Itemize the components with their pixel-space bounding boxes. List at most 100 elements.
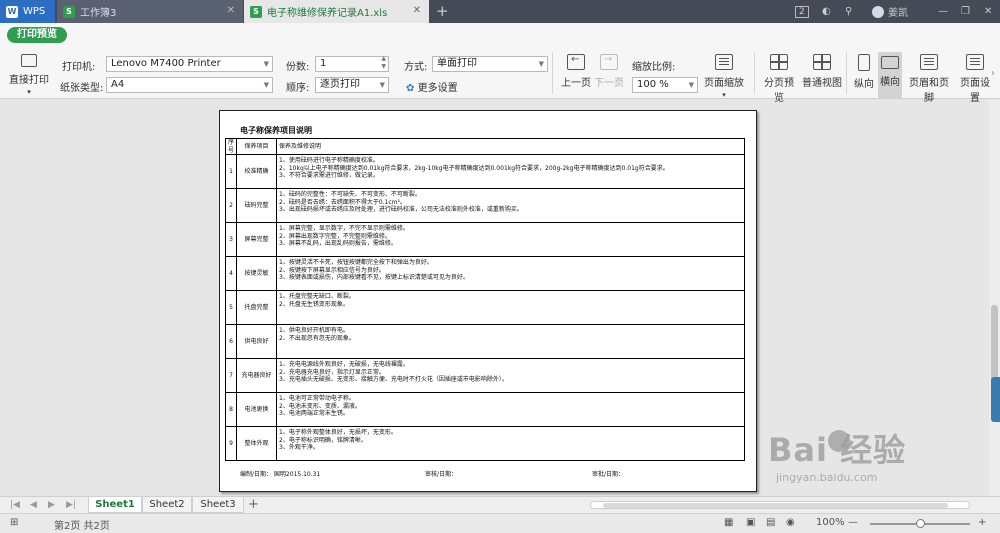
watermark: Bai 经验 jingyan.baidu.com bbox=[768, 425, 906, 484]
next-page-button[interactable]: 下一页 bbox=[594, 54, 624, 89]
direct-print-button[interactable]: 直接打印▾ bbox=[9, 54, 49, 97]
printer-select[interactable]: Lenovo M7400 Printer ▼ bbox=[106, 56, 273, 72]
normal-view-icon[interactable]: ▦ bbox=[724, 517, 733, 528]
user-area[interactable]: 姜凯 bbox=[872, 3, 908, 20]
col-header-item: 保养项目 bbox=[236, 137, 278, 156]
spreadsheet-icon: S bbox=[63, 5, 75, 18]
chevron-down-icon: ▼ bbox=[538, 60, 544, 68]
watermark-main: Bai 经验 bbox=[768, 431, 907, 469]
shirt-icon[interactable]: ⚲ bbox=[845, 3, 852, 20]
status-bar: ⊞ 第2页 共2页 ▦ ▣ ▤ ◉ 100% — + bbox=[0, 513, 1000, 533]
table-row: 2 砝码完整 1、砝码的完整性：不可缺失、不可变形、不可断裂。 2、砝码是否去绣：… bbox=[224, 188, 745, 224]
print-page: 电子称保养项目说明 序号 保养项目 保养及维修说明 1 校准精确 1、使用砝码进… bbox=[219, 110, 757, 492]
page-layout-icon[interactable]: ▣ bbox=[746, 517, 755, 528]
spreadsheet-icon: S bbox=[250, 5, 262, 18]
row-no: 4 bbox=[224, 256, 238, 292]
approver-sign: 审批/日期： bbox=[592, 471, 625, 478]
row-desc: 1、充电电源线外观良好，无破损，无电线裸露。 2、充电器充电良好，指示灯显示正常。… bbox=[276, 358, 745, 394]
mode-select[interactable]: 单面打印 ▼ bbox=[432, 56, 548, 72]
first-sheet-icon[interactable]: |◀ bbox=[10, 497, 20, 513]
add-sheet-icon[interactable]: + bbox=[248, 497, 259, 513]
table-row: 1 校准精确 1、使用砝码进行电子称精确度校准。 2、10kg以上电子称精确度达到… bbox=[224, 154, 745, 190]
stepper-arrows-icon: ▲ ▼ bbox=[381, 55, 386, 70]
row-no: 8 bbox=[224, 392, 238, 428]
row-item: 校准精确 bbox=[236, 154, 278, 190]
order-label: 顺序: bbox=[286, 83, 310, 94]
header-footer-button[interactable]: 页眉和页脚 bbox=[906, 54, 952, 104]
zoom-in-icon[interactable]: + bbox=[978, 517, 986, 528]
watermark-url: jingyan.baidu.com bbox=[776, 471, 878, 484]
order-select[interactable]: 逐页打印 ▼ bbox=[315, 77, 389, 93]
new-tab-icon[interactable]: + bbox=[436, 2, 449, 20]
normal-view-label: 普通视图 bbox=[802, 78, 842, 89]
normal-view-button[interactable]: 普通视图 bbox=[802, 54, 842, 89]
sheet-tab-2[interactable]: Sheet2 bbox=[142, 497, 192, 513]
vertical-scrollbar[interactable] bbox=[989, 100, 1000, 500]
mode-label: 方式: bbox=[404, 62, 428, 73]
paper-type-label: 纸张类型: bbox=[60, 83, 104, 94]
avatar bbox=[872, 5, 884, 18]
copies-stepper[interactable]: 1 ▲ ▼ bbox=[315, 55, 389, 72]
row-item: 托盘完整 bbox=[236, 290, 278, 326]
close-tab-icon[interactable]: ✕ bbox=[227, 5, 235, 16]
sheet-tab-1[interactable]: Sheet1 bbox=[88, 497, 142, 513]
next-sheet-icon[interactable]: ▶ bbox=[48, 497, 55, 513]
minimize-icon[interactable]: — bbox=[938, 3, 948, 20]
zoom-out-icon[interactable]: — bbox=[848, 517, 858, 528]
tab-record-file[interactable]: S 电子称维修保养记录A1.xls ✕ bbox=[244, 0, 429, 23]
sheet-tab-bar: |◀ ◀ ▶ ▶| Sheet1 Sheet2 Sheet3 + bbox=[0, 496, 1000, 513]
eye-protect-icon[interactable]: ◉ bbox=[786, 517, 795, 528]
page-setup-icon bbox=[966, 54, 984, 70]
wps-logo-icon: W bbox=[6, 5, 18, 18]
row-desc: 1、使用砝码进行电子称精确度校准。 2、10kg以上电子称精确度达到0.01kg符… bbox=[276, 154, 745, 190]
sheet-tab-3[interactable]: Sheet3 bbox=[192, 497, 244, 513]
more-settings-button[interactable]: ✿ 更多设置 bbox=[406, 79, 458, 94]
skin-icon[interactable]: ◐ bbox=[822, 3, 831, 20]
ribbon-scroll-right-icon[interactable]: › bbox=[991, 68, 995, 79]
status-icon: ⊞ bbox=[10, 517, 19, 528]
restore-icon[interactable]: ❐ bbox=[961, 3, 970, 20]
next-page-icon bbox=[600, 54, 618, 70]
scroll-thumb[interactable] bbox=[991, 305, 998, 380]
window-count-badge[interactable]: 2 bbox=[795, 3, 809, 20]
hscroll-thumb[interactable] bbox=[603, 503, 948, 508]
prev-page-label: 上一页 bbox=[561, 78, 591, 89]
print-preview-button[interactable]: 打印预览 bbox=[7, 27, 67, 43]
page-break-preview-button[interactable]: 分页预览 bbox=[760, 54, 798, 104]
page-zoom-button[interactable]: 页面缩放▾ bbox=[703, 54, 745, 100]
page-zoom-label: 页面缩放 bbox=[704, 78, 744, 89]
portrait-button[interactable]: 纵向 bbox=[852, 54, 876, 90]
row-item: 屏幕完整 bbox=[236, 222, 278, 258]
normal-view-icon bbox=[813, 54, 831, 70]
row-no: 2 bbox=[224, 188, 238, 224]
preview-strip bbox=[0, 23, 1000, 45]
table-row: 6 供电良好 1、供电良好开机即有电。 2、不出现忽有忽无的现象。 bbox=[224, 324, 745, 360]
row-no: 6 bbox=[224, 324, 238, 360]
prev-page-button[interactable]: 上一页 bbox=[561, 54, 591, 89]
page-setup-button[interactable]: 页面设置 bbox=[957, 54, 993, 104]
page-break-view-icon[interactable]: ▤ bbox=[766, 517, 775, 528]
tab-wps[interactable]: W WPS bbox=[0, 0, 55, 23]
side-panel-tab[interactable] bbox=[991, 377, 1000, 422]
close-window-icon[interactable]: ✕ bbox=[984, 3, 992, 20]
table-row: 9 整体外观 1、电子称外观整体良好，无损坏，无变形。 2、电子称标识明确，铭牌清… bbox=[224, 426, 745, 462]
prev-sheet-icon[interactable]: ◀ bbox=[30, 497, 37, 513]
chevron-down-icon: ▼ bbox=[263, 81, 269, 89]
landscape-button[interactable]: 横向 bbox=[878, 52, 902, 98]
table-row: 4 按键灵敏 1、按键灵活不卡死，按钮按键都完全按下和弹出为良好。 2、按键按下屏… bbox=[224, 256, 745, 292]
tab-workbook3[interactable]: S 工作簿3 ✕ bbox=[57, 0, 243, 23]
close-tab-icon[interactable]: ✕ bbox=[413, 5, 421, 16]
last-sheet-icon[interactable]: ▶| bbox=[66, 497, 76, 513]
direct-print-label: 直接打印 bbox=[9, 75, 49, 86]
paper-type-select[interactable]: A4 ▼ bbox=[106, 77, 273, 93]
zoom-select[interactable]: 100 % ▼ bbox=[632, 77, 698, 93]
row-desc: 1、电子称外观整体良好，无损坏，无变形。 2、电子称标识明确，铭牌清晰。 3、外观干… bbox=[276, 426, 745, 462]
zoom-slider-knob[interactable] bbox=[916, 519, 925, 528]
horizontal-scrollbar[interactable] bbox=[590, 501, 970, 509]
zoom-label: 缩放比例: bbox=[632, 62, 676, 73]
row-desc: 1、屏幕完整，显示数字，不完不显示则需维修。 2、屏幕出现数字完整，不完整则需维修… bbox=[276, 222, 745, 258]
prev-page-icon bbox=[567, 54, 585, 70]
author-sign: 编制/日期： 国明2015.10.31 bbox=[240, 471, 321, 478]
row-no: 1 bbox=[224, 154, 238, 190]
col-header-desc: 保养及维修说明 bbox=[276, 137, 745, 156]
